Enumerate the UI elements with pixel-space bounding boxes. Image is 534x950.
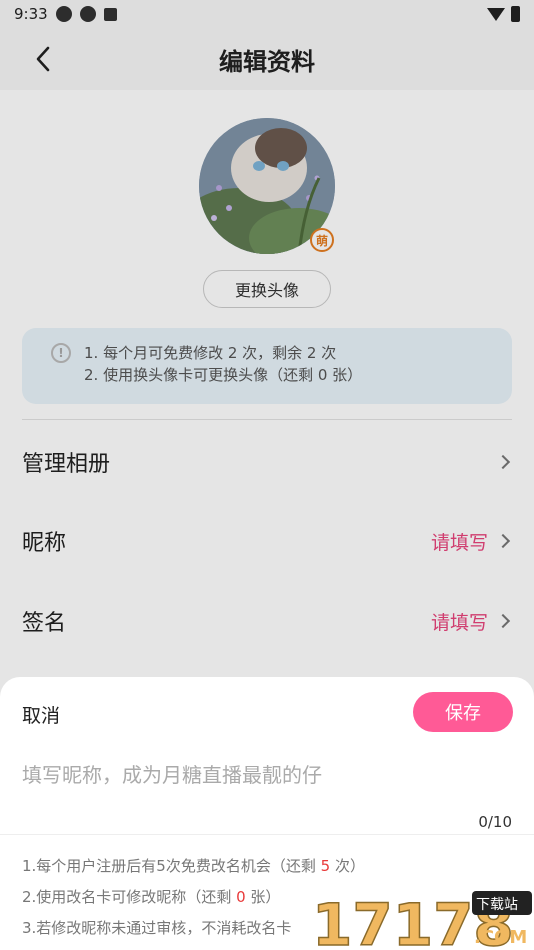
cancel-button[interactable]: 取消	[22, 701, 60, 728]
nickname-input[interactable]	[22, 763, 512, 787]
divider	[0, 834, 534, 835]
watermark-logo: 17178 下载站 .COM	[311, 885, 534, 950]
remaining-count: 5	[320, 857, 331, 875]
char-counter: 0/10	[478, 813, 512, 831]
watermark-tag: 下载站	[476, 897, 518, 913]
save-button[interactable]: 保存	[413, 692, 513, 732]
rule-line: 1.每个用户注册后有5次免费改名机会（还剩 5 次）	[22, 857, 365, 875]
remaining-count: 0	[236, 888, 246, 906]
watermark-suffix: .COM	[474, 927, 527, 948]
